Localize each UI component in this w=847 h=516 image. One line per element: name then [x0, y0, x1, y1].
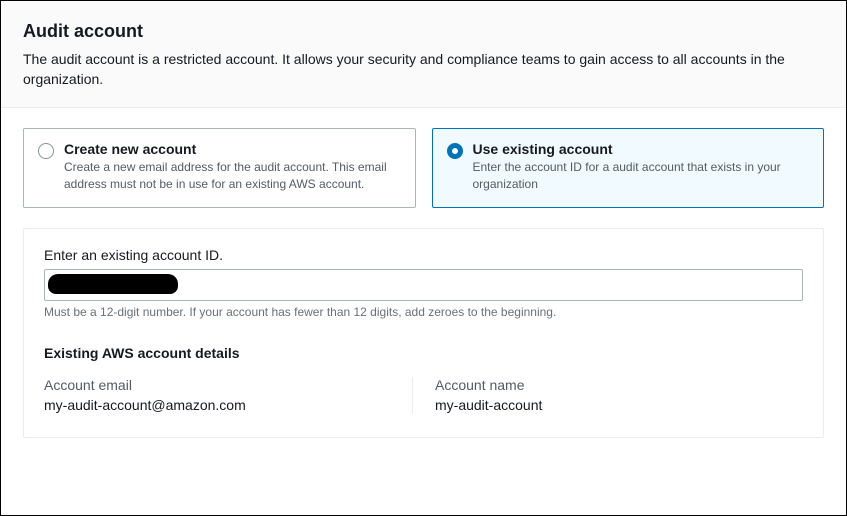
- account-id-hint: Must be a 12-digit number. If your accou…: [44, 305, 803, 319]
- account-email-label: Account email: [44, 377, 402, 393]
- account-name-col: Account name my-audit-account: [412, 377, 803, 413]
- account-name-label: Account name: [435, 377, 793, 393]
- radio-icon: [38, 143, 54, 159]
- page-description: The audit account is a restricted accoun…: [23, 50, 824, 89]
- content-area: Create new account Create a new email ad…: [1, 108, 846, 458]
- account-email-value: my-audit-account@amazon.com: [44, 397, 402, 413]
- account-details-title: Existing AWS account details: [44, 345, 803, 361]
- account-option-row: Create new account Create a new email ad…: [23, 128, 824, 208]
- page-header: Audit account The audit account is a res…: [1, 1, 846, 108]
- account-name-value: my-audit-account: [435, 397, 793, 413]
- option-title: Create new account: [64, 141, 401, 157]
- option-description: Enter the account ID for a audit account…: [473, 159, 810, 193]
- account-details-row: Account email my-audit-account@amazon.co…: [44, 377, 803, 413]
- radio-icon: [447, 143, 463, 159]
- account-id-input[interactable]: [44, 269, 803, 301]
- option-description: Create a new email address for the audit…: [64, 159, 401, 193]
- existing-account-panel: Enter an existing account ID. Must be a …: [23, 228, 824, 438]
- use-existing-account-option[interactable]: Use existing account Enter the account I…: [432, 128, 825, 208]
- create-new-account-option[interactable]: Create new account Create a new email ad…: [23, 128, 416, 208]
- account-email-col: Account email my-audit-account@amazon.co…: [44, 377, 412, 413]
- option-title: Use existing account: [473, 141, 810, 157]
- page-title: Audit account: [23, 21, 824, 42]
- account-id-label: Enter an existing account ID.: [44, 247, 803, 263]
